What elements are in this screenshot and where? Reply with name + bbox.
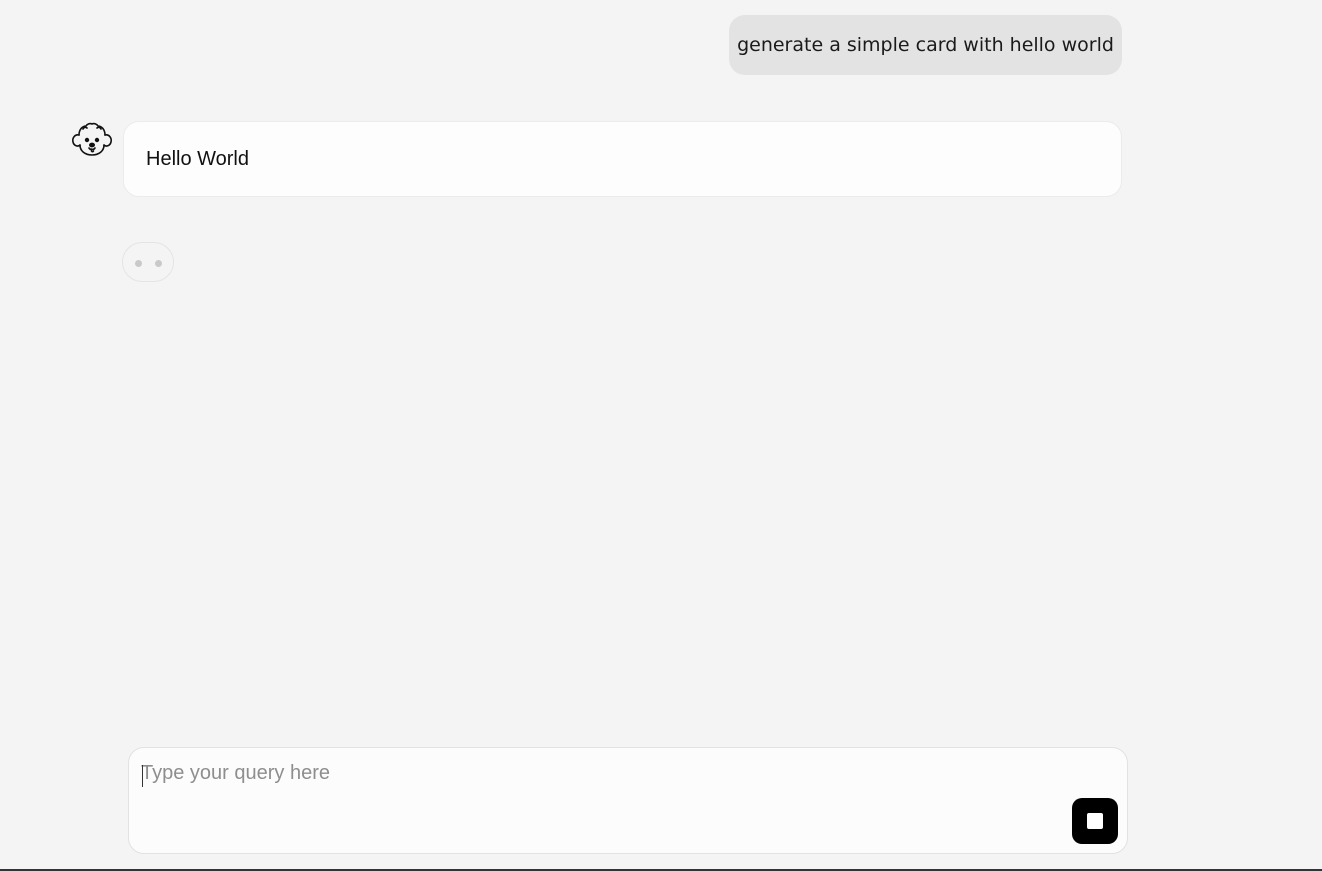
typing-dot	[135, 260, 142, 267]
typing-indicator	[122, 242, 174, 282]
poodle-dog-icon	[72, 122, 112, 156]
query-input[interactable]	[141, 762, 1041, 802]
stop-generation-button[interactable]	[1072, 798, 1118, 844]
typing-dot	[155, 260, 162, 267]
query-composer	[128, 747, 1128, 854]
text-caret	[142, 765, 143, 787]
user-message-text: generate a simple card with hello world	[737, 34, 1114, 56]
assistant-avatar	[70, 120, 114, 160]
user-message-bubble: generate a simple card with hello world	[729, 15, 1122, 75]
card-text: Hello World	[146, 147, 249, 170]
stop-square-icon	[1087, 813, 1103, 829]
assistant-response-card: Hello World	[123, 121, 1122, 197]
